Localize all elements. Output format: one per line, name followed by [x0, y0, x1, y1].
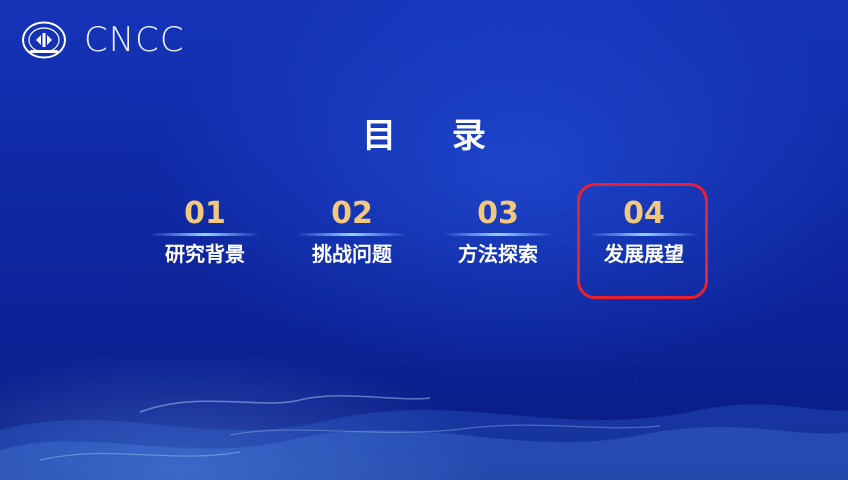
toc-divider	[150, 233, 260, 236]
toc-label: 方法探索	[458, 242, 538, 266]
toc-label: 挑战问题	[312, 242, 392, 266]
toc-number: 01	[184, 196, 226, 231]
slide: CNCC 目 录 01 研究背景 02 挑战问题 03 方法探索 04 发展展望	[0, 0, 848, 480]
toc-list: 01 研究背景 02 挑战问题 03 方法探索 04 发展展望	[0, 196, 848, 296]
toc-number: 03	[477, 196, 519, 231]
logo-bar: CNCC	[22, 20, 185, 60]
toc-divider	[443, 233, 553, 236]
toc-label: 研究背景	[165, 242, 245, 266]
toc-item-01[interactable]: 01 研究背景	[135, 196, 275, 267]
brand-logo-text: CNCC	[84, 20, 185, 60]
toc-number: 02	[331, 196, 373, 231]
slide-title: 目 录	[362, 116, 508, 156]
highlight-frame	[577, 183, 708, 299]
decorative-wave-background	[0, 395, 848, 480]
ccf-seal-icon	[22, 21, 66, 59]
toc-divider	[297, 233, 407, 236]
toc-item-02[interactable]: 02 挑战问题	[282, 196, 422, 267]
toc-item-03[interactable]: 03 方法探索	[428, 196, 568, 267]
